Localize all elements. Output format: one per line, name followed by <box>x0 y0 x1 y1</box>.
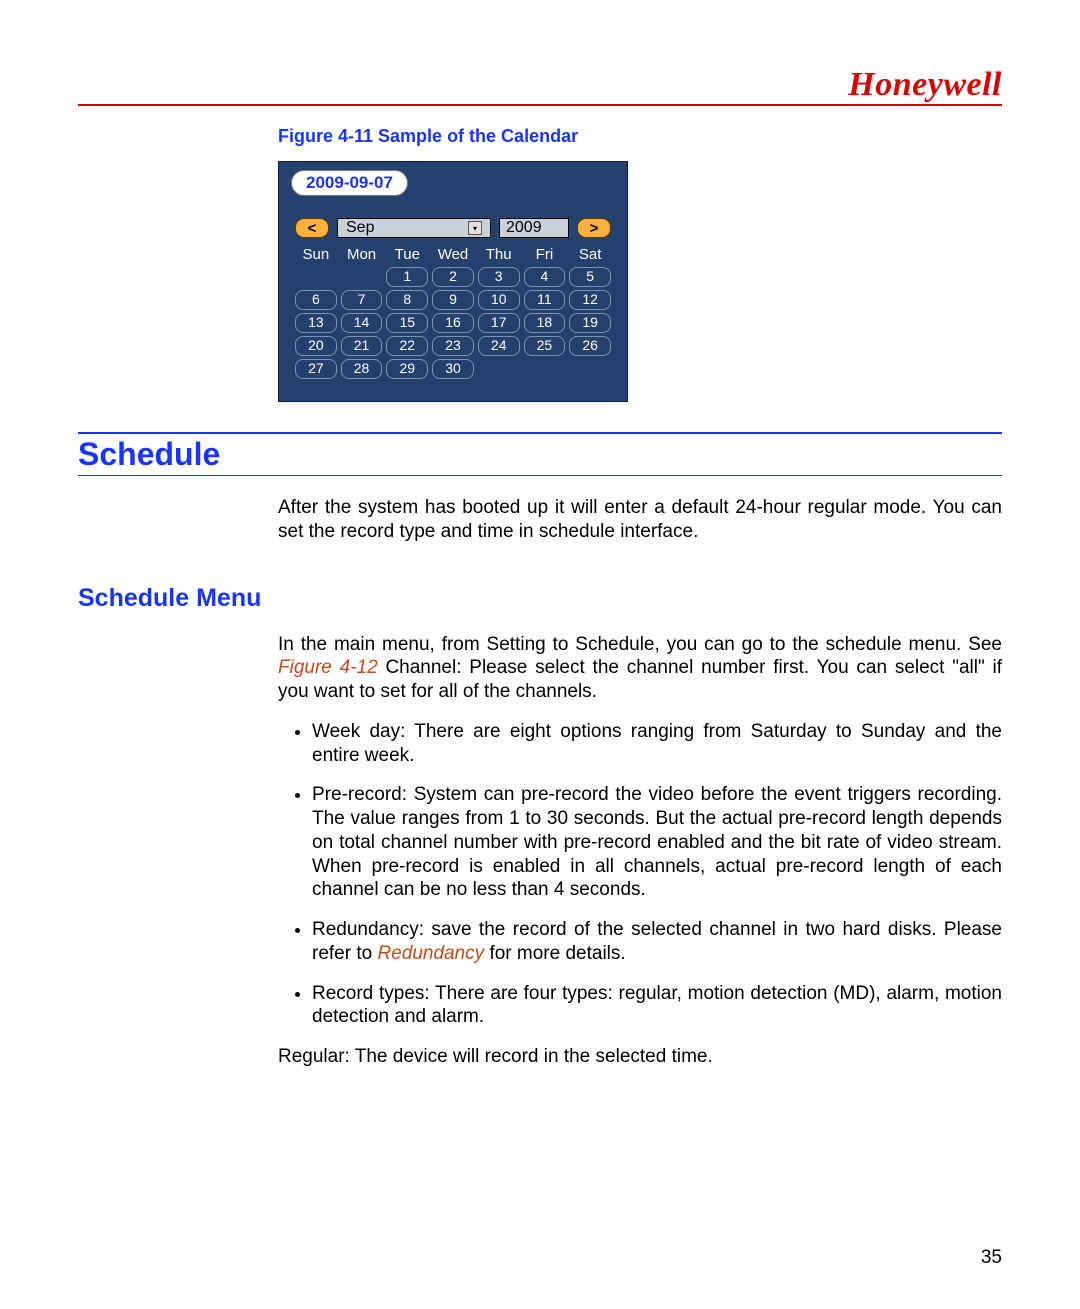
dow-fri: Fri <box>524 244 566 264</box>
day-cell[interactable]: 26 <box>569 336 611 356</box>
day-cell[interactable]: 25 <box>524 336 566 356</box>
header-rule <box>78 104 1002 106</box>
dow-sat: Sat <box>569 244 611 264</box>
day-cell[interactable]: 5 <box>569 267 611 287</box>
dow-thu: Thu <box>478 244 520 264</box>
subsection-heading-schedule-menu: Schedule Menu <box>78 584 1002 613</box>
day-cell[interactable]: 18 <box>524 313 566 333</box>
day-cell[interactable]: 4 <box>524 267 566 287</box>
figure-ref-4-12: Figure 4-12 <box>278 657 378 678</box>
day-cell[interactable]: 27 <box>295 359 337 379</box>
day-cell[interactable]: 16 <box>432 313 474 333</box>
month-label: Sep <box>346 219 374 237</box>
day-cell[interactable]: 14 <box>341 313 383 333</box>
day-cell[interactable]: 21 <box>341 336 383 356</box>
selected-date-chip[interactable]: 2009-09-07 <box>291 170 408 196</box>
calendar-widget: 2009-09-07 < Sep ▾ 2009 > Sun Mon Tue We… <box>278 161 628 402</box>
calendar-grid: Sun Mon Tue Wed Thu Fri Sat 1 2 3 4 5 6 … <box>287 242 619 379</box>
section-rule-bottom <box>78 475 1002 476</box>
bullet-record-types: Record types: There are four types: regu… <box>312 982 1002 1030</box>
section-heading-schedule: Schedule <box>78 436 1002 473</box>
day-cell[interactable]: 6 <box>295 290 337 310</box>
dropdown-icon[interactable]: ▾ <box>468 221 482 235</box>
day-cell[interactable]: 7 <box>341 290 383 310</box>
day-cell[interactable]: 29 <box>386 359 428 379</box>
day-cell[interactable]: 30 <box>432 359 474 379</box>
day-cell[interactable]: 19 <box>569 313 611 333</box>
para-tail: Channel: Please select the channel numbe… <box>278 657 1002 702</box>
day-cell[interactable]: 23 <box>432 336 474 356</box>
day-cell[interactable]: 13 <box>295 313 337 333</box>
day-cell[interactable]: 8 <box>386 290 428 310</box>
day-cell[interactable]: 17 <box>478 313 520 333</box>
section-rule-top <box>78 432 1002 434</box>
year-input[interactable]: 2009 <box>499 218 569 238</box>
day-cell[interactable]: 10 <box>478 290 520 310</box>
day-cell[interactable]: 11 <box>524 290 566 310</box>
day-cell[interactable]: 9 <box>432 290 474 310</box>
prev-month-button[interactable]: < <box>295 218 329 238</box>
bullet-redundancy: Redundancy: save the record of the selec… <box>312 918 1002 966</box>
redundancy-ref: Redundancy <box>377 943 484 964</box>
bullet-prerecord: Pre-record: System can pre-record the vi… <box>312 783 1002 902</box>
day-cell[interactable]: 12 <box>569 290 611 310</box>
page-number: 35 <box>981 1247 1002 1269</box>
para-lead: In the main menu, from Setting to Schedu… <box>278 634 1002 655</box>
day-cell[interactable]: 28 <box>341 359 383 379</box>
day-cell[interactable]: 3 <box>478 267 520 287</box>
next-month-button[interactable]: > <box>577 218 611 238</box>
month-dropdown[interactable]: Sep ▾ <box>337 218 491 238</box>
day-cell[interactable]: 22 <box>386 336 428 356</box>
day-cell[interactable]: 24 <box>478 336 520 356</box>
footer-line: Regular: The device will record in the s… <box>278 1045 1002 1069</box>
dow-sun: Sun <box>295 244 337 264</box>
dow-tue: Tue <box>386 244 428 264</box>
bullet-weekday: Week day: There are eight options rangin… <box>312 720 1002 768</box>
day-cell[interactable]: 15 <box>386 313 428 333</box>
day-cell[interactable]: 2 <box>432 267 474 287</box>
day-cell[interactable]: 20 <box>295 336 337 356</box>
calendar-nav-row: < Sep ▾ 2009 > <box>287 218 619 242</box>
day-cell[interactable]: 1 <box>386 267 428 287</box>
dow-wed: Wed <box>432 244 474 264</box>
figure-caption: Figure 4-11 Sample of the Calendar <box>278 126 1002 147</box>
schedule-menu-paragraph: In the main menu, from Setting to Schedu… <box>278 633 1002 704</box>
intro-paragraph: After the system has booted up it will e… <box>278 496 1002 544</box>
dow-mon: Mon <box>341 244 383 264</box>
brand-logo: Honeywell <box>848 66 1002 104</box>
bullet-redundancy-tail: for more details. <box>484 943 626 964</box>
